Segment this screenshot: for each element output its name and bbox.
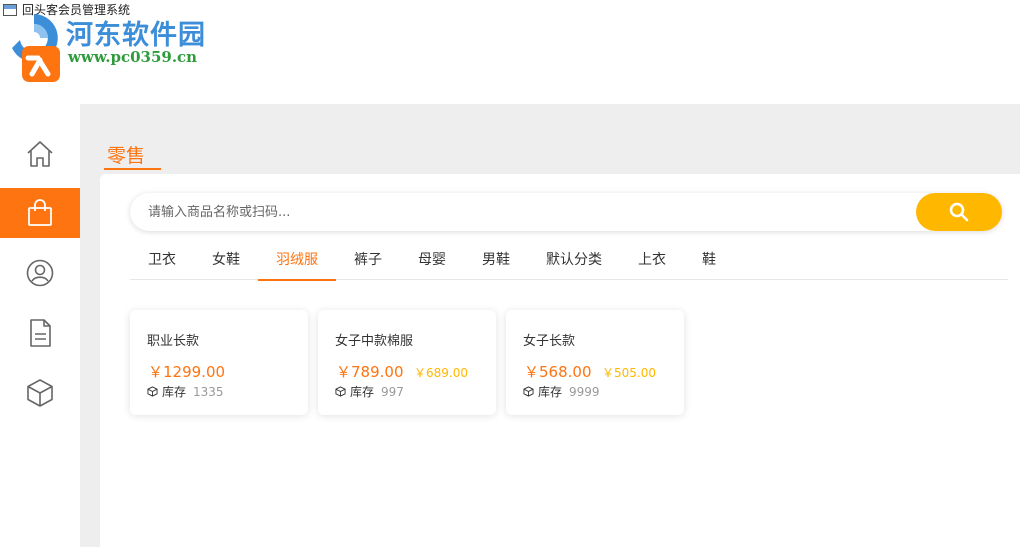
product-price: ￥1299.00 bbox=[148, 363, 226, 381]
stock-count: 1335 bbox=[193, 384, 224, 399]
tab-category[interactable]: 卫衣 bbox=[130, 242, 194, 280]
watermark-name: 河东软件园 bbox=[66, 20, 206, 51]
product-card[interactable]: 女子长款 ￥568.00 ￥505.00 库存 9999 bbox=[506, 310, 684, 415]
sidebar-item-retail[interactable] bbox=[0, 188, 80, 238]
sidebar-item-orders[interactable] bbox=[0, 308, 80, 358]
retail-panel: 卫衣 女鞋 羽绒服 裤子 母婴 男鞋 默认分类 上衣 鞋 职业长款 ￥1299.… bbox=[100, 174, 1020, 547]
product-card[interactable]: 职业长款 ￥1299.00 库存 1335 bbox=[130, 310, 308, 415]
search-input[interactable] bbox=[148, 193, 908, 231]
tab-category[interactable]: 上衣 bbox=[620, 242, 684, 280]
product-vip-price: ￥689.00 bbox=[414, 366, 468, 380]
product-name: 女子长款 bbox=[523, 334, 576, 349]
sidebar bbox=[0, 104, 80, 547]
product-name: 女子中款棉服 bbox=[335, 334, 414, 349]
main-area: 零售 卫衣 女鞋 羽绒服 裤子 母婴 男鞋 默认分类 上衣 鞋 职业长款 bbox=[80, 104, 1020, 547]
tab-category[interactable]: 默认分类 bbox=[528, 242, 620, 280]
stock-count: 9999 bbox=[569, 384, 600, 399]
tab-category-active[interactable]: 羽绒服 bbox=[258, 242, 336, 281]
product-name: 职业长款 bbox=[147, 334, 200, 349]
product-stock: 库存 1335 bbox=[147, 383, 224, 400]
page-title: 零售 bbox=[107, 145, 146, 167]
box-icon bbox=[335, 386, 346, 397]
tab-category[interactable]: 女鞋 bbox=[194, 242, 258, 280]
page-title-underline bbox=[104, 168, 161, 170]
product-price: ￥789.00 bbox=[336, 363, 404, 381]
document-icon bbox=[30, 319, 51, 347]
product-stock: 库存 9999 bbox=[523, 383, 600, 400]
home-icon bbox=[27, 141, 53, 167]
stock-label: 库存 bbox=[162, 385, 187, 399]
shopping-bag-icon bbox=[28, 199, 52, 226]
product-price: ￥568.00 bbox=[524, 363, 592, 381]
stock-label: 库存 bbox=[538, 385, 563, 399]
sidebar-item-goods[interactable] bbox=[0, 368, 80, 418]
user-circle-icon bbox=[26, 259, 54, 287]
search-box bbox=[130, 193, 1002, 231]
sidebar-item-member[interactable] bbox=[0, 248, 80, 298]
search-icon bbox=[949, 202, 969, 222]
tab-category[interactable]: 母婴 bbox=[400, 242, 464, 280]
box-icon bbox=[27, 379, 53, 407]
tab-category[interactable]: 裤子 bbox=[336, 242, 400, 280]
tab-category[interactable]: 鞋 bbox=[684, 242, 734, 280]
product-stock: 库存 997 bbox=[335, 383, 404, 400]
box-icon bbox=[147, 386, 158, 397]
sidebar-item-home[interactable] bbox=[0, 129, 80, 179]
product-vip-price: ￥505.00 bbox=[602, 366, 656, 380]
tab-category[interactable]: 男鞋 bbox=[464, 242, 528, 280]
watermark-url: www.pc0359.cn bbox=[68, 48, 198, 66]
box-icon bbox=[523, 386, 534, 397]
watermark-logo-icon bbox=[12, 14, 60, 82]
product-list: 职业长款 ￥1299.00 库存 1335 女子中款棉服 ￥789.00 ￥68… bbox=[130, 310, 684, 415]
stock-label: 库存 bbox=[350, 385, 375, 399]
search-button[interactable] bbox=[916, 193, 1002, 231]
product-card[interactable]: 女子中款棉服 ￥789.00 ￥689.00 库存 997 bbox=[318, 310, 496, 415]
category-tabs: 卫衣 女鞋 羽绒服 裤子 母婴 男鞋 默认分类 上衣 鞋 bbox=[130, 242, 1008, 281]
stock-count: 997 bbox=[381, 384, 404, 399]
